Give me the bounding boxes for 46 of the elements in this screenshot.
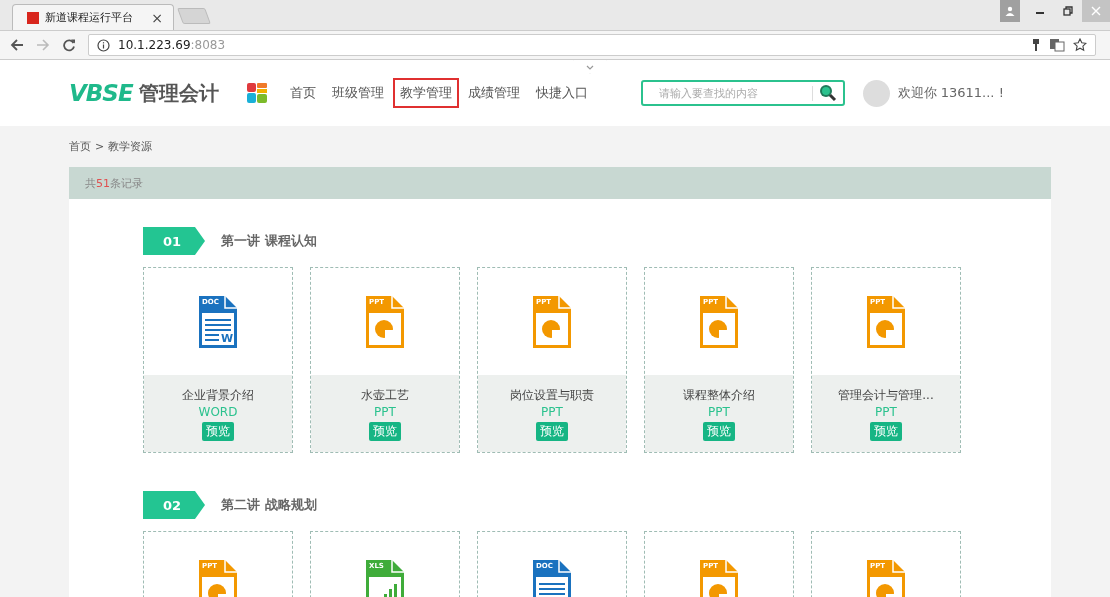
file-name: 课程整体介绍 — [683, 386, 755, 404]
back-icon[interactable] — [10, 38, 24, 52]
reload-icon[interactable] — [62, 38, 76, 52]
url-text: 10.1.223.69:8083 — [118, 38, 226, 52]
search-field[interactable]: 请输入要查找的内容 — [640, 80, 845, 106]
nav-link[interactable]: 首页 — [282, 78, 323, 108]
info-icon — [97, 38, 110, 52]
file-name: 岗位设置与职责 — [510, 386, 594, 404]
section-title: 第二讲 战略规划 — [221, 496, 317, 514]
file-type: PPT — [708, 404, 730, 419]
star-icon[interactable] — [1073, 38, 1087, 52]
breadcrumb-current: 教学资源 — [108, 139, 153, 154]
section-number: 02 — [143, 491, 205, 519]
site-logo-icon — [27, 11, 39, 24]
nav-link[interactable]: 班级管理 — [324, 78, 391, 108]
translate-icon[interactable] — [1049, 38, 1065, 52]
file-name: 企业背景介绍 — [182, 386, 254, 404]
close-icon — [1091, 6, 1101, 16]
breadcrumb-separator: > — [95, 140, 105, 153]
breadcrumb-link[interactable]: 首页 — [69, 139, 91, 154]
section-title: 第一讲 课程认知 — [221, 232, 317, 250]
browser-tab[interactable]: 新道课程运行平台 × — [12, 4, 174, 30]
record-count: 共51条记录 — [85, 175, 143, 191]
file-type: PPT — [374, 404, 396, 419]
nav-link[interactable]: 教学管理 — [392, 78, 459, 108]
section-number: 01 — [143, 227, 205, 255]
address-bar[interactable]: 10.1.223.69:8083 — [88, 34, 1096, 56]
key-icon[interactable] — [1031, 38, 1041, 52]
file-name: 管理会计与管理... — [838, 386, 934, 404]
nav-link[interactable]: 快捷入口 — [528, 78, 595, 108]
person-icon — [1005, 6, 1015, 16]
nav-link[interactable]: 成绩管理 — [460, 78, 527, 108]
logo-wordmark: VBSE — [69, 80, 133, 106]
welcome-text: 欢迎你 13611... ! — [897, 84, 1004, 102]
file-type: PPT — [541, 404, 563, 419]
file-type: WORD — [198, 404, 238, 419]
search-icon[interactable] — [818, 84, 837, 102]
chevron-down-icon — [586, 64, 594, 70]
profile-button[interactable] — [1000, 0, 1020, 22]
file-name: 水壶工艺 — [361, 386, 409, 404]
app-title: 管理会计 — [138, 79, 219, 107]
apps-grid-icon[interactable] — [246, 83, 267, 103]
file-type: PPT — [875, 404, 897, 419]
restore-icon — [1063, 6, 1073, 16]
close-tab-button[interactable]: × — [151, 9, 163, 26]
tab-title: 新道课程运行平台 — [45, 10, 134, 25]
